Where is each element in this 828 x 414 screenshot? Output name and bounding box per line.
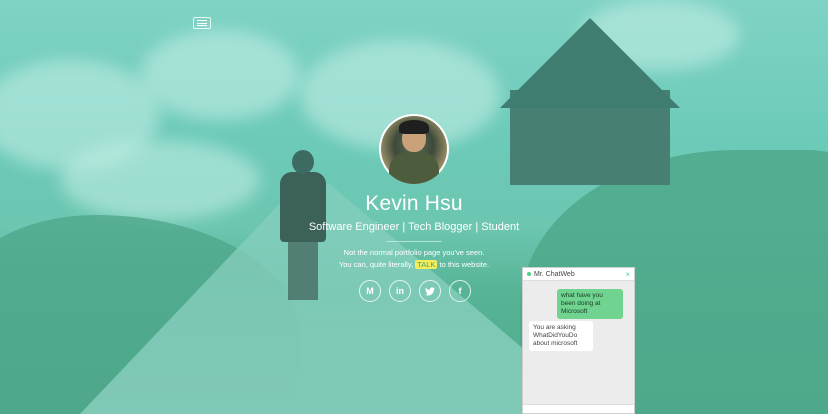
divider	[386, 241, 442, 242]
medium-link[interactable]: M	[359, 280, 381, 302]
description-line-2: You can, quite literally, TALK to this w…	[338, 259, 490, 269]
close-icon[interactable]: ×	[625, 270, 630, 279]
bot-message: You are asking WhatDidYouDo about micros…	[529, 321, 593, 351]
profile-name: Kevin Hsu	[365, 192, 463, 215]
chat-input[interactable]	[523, 404, 634, 413]
facebook-link[interactable]: f	[449, 280, 471, 302]
social-links: M in f	[359, 280, 471, 302]
chat-title: Mr. ChatWeb	[534, 270, 575, 278]
profile-description: Not the normal portfolio page you've see…	[0, 247, 828, 270]
online-status-icon	[527, 272, 531, 276]
chat-header: Mr. ChatWeb ×	[523, 268, 634, 281]
menu-button[interactable]	[193, 17, 211, 29]
facebook-icon: f	[458, 286, 462, 296]
user-message: what have you been doing at Microsoft	[557, 289, 623, 319]
twitter-link[interactable]	[419, 280, 441, 302]
profile-tagline: Software Engineer | Tech Blogger | Stude…	[308, 221, 520, 233]
medium-icon: M	[366, 286, 374, 296]
talk-link[interactable]: TALK	[415, 259, 438, 269]
description-line-1: Not the normal portfolio page you've see…	[343, 248, 485, 257]
avatar	[379, 114, 449, 184]
cabin-image	[500, 18, 680, 185]
linkedin-icon: in	[396, 286, 404, 296]
chat-widget: Mr. ChatWeb × what have you been doing a…	[522, 267, 635, 414]
hamburger-icon	[197, 20, 207, 21]
twitter-icon	[425, 286, 435, 295]
linkedin-link[interactable]: in	[389, 280, 411, 302]
